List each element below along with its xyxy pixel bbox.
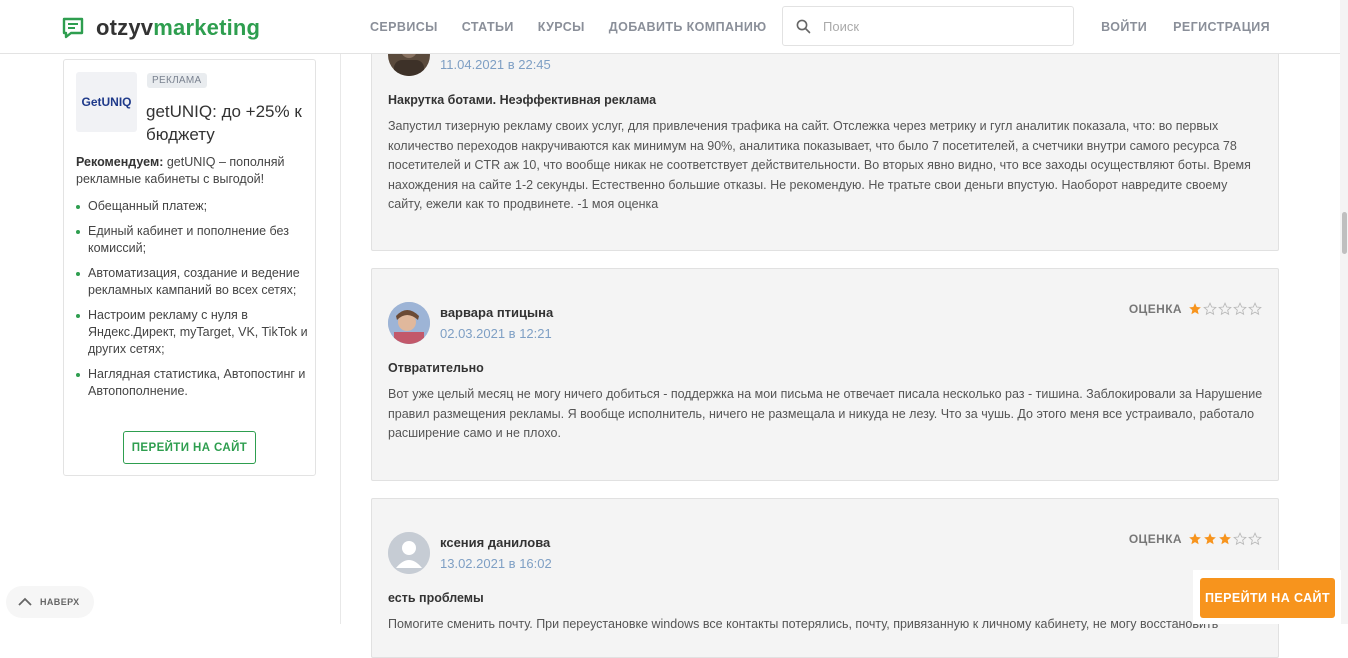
ad-feature-item: Настроим рекламу с нуля в Яндекс.Директ,… xyxy=(76,307,308,358)
back-to-top-label: НАВЕРХ xyxy=(40,597,80,607)
ad-feature-item: Автоматизация, создание и ведение реклам… xyxy=(76,265,308,299)
rating-label: ОЦЕНКА xyxy=(1128,302,1182,316)
register-link[interactable]: РЕГИСТРАЦИЯ xyxy=(1173,20,1270,34)
chat-logo-icon xyxy=(62,17,84,39)
ad-feature-list: Обещанный платеж; Единый кабинет и попол… xyxy=(76,198,308,408)
star-empty-icon xyxy=(1233,302,1247,316)
review-date: 02.03.2021 в 12:21 xyxy=(440,326,552,341)
star-empty-icon xyxy=(1233,532,1247,546)
star-empty-icon xyxy=(1203,302,1217,316)
nav-item-add-company[interactable]: ДОБАВИТЬ КОМПАНИЮ xyxy=(609,20,767,34)
star-filled-icon xyxy=(1219,533,1231,545)
rating-label: ОЦЕНКА xyxy=(1128,532,1182,546)
main-nav: СЕРВИСЫ СТАТЬИ КУРСЫ ДОБАВИТЬ КОМПАНИЮ xyxy=(370,20,767,34)
site-logo[interactable]: otzyvmarketing xyxy=(62,15,260,41)
review-card: ксения данилова 13.02.2021 в 16:02 ОЦЕНК… xyxy=(371,498,1279,658)
logo-text: otzyvmarketing xyxy=(96,15,261,40)
review-text: Помогите сменить почту. При переустановк… xyxy=(388,617,1219,631)
review-title: Накрутка ботами. Неэффективная реклама xyxy=(388,93,657,107)
star-empty-icon xyxy=(1248,302,1262,316)
search-box[interactable] xyxy=(782,6,1074,46)
nav-item-courses[interactable]: КУРСЫ xyxy=(538,20,585,34)
star-filled-icon xyxy=(1204,533,1216,545)
ad-logo: GetUNIQ xyxy=(76,72,137,132)
review-text: Вот уже целый месяц не могу ничего добит… xyxy=(388,387,1263,440)
avatar xyxy=(388,302,430,344)
login-link[interactable]: ВОЙТИ xyxy=(1101,20,1147,34)
review-text: Запустил тизерную рекламу своих услуг, д… xyxy=(388,119,1251,211)
star-empty-icon xyxy=(1218,302,1232,316)
review-rating: ОЦЕНКА xyxy=(1129,302,1262,316)
star-filled-icon xyxy=(1189,303,1201,315)
review-card: варвара птицына 02.03.2021 в 12:21 ОЦЕНК… xyxy=(371,268,1279,481)
ad-card: GetUNIQ РЕКЛАМА getUNIQ: до +25% к бюдже… xyxy=(63,59,316,476)
review-date: 13.02.2021 в 16:02 xyxy=(440,556,552,571)
ad-description: Рекомендуем: getUNIQ – пополняй рекламны… xyxy=(76,155,285,186)
avatar xyxy=(388,532,430,574)
reviewer-name: варвара птицына xyxy=(440,305,554,320)
nav-item-services[interactable]: СЕРВИСЫ xyxy=(370,20,438,34)
review-card: 11.04.2021 в 22:45 Накрутка ботами. Неэф… xyxy=(371,20,1279,251)
page-scrollbar[interactable] xyxy=(1340,0,1348,624)
back-to-top-button[interactable]: НАВЕРХ xyxy=(6,586,94,618)
search-input[interactable] xyxy=(823,18,1053,34)
ad-visit-site-button[interactable]: ПЕРЕЙТИ НА САЙТ xyxy=(123,431,256,464)
sidebar-divider xyxy=(340,54,341,624)
review-title: Отвратительно xyxy=(388,361,484,375)
reviewer-name: ксения данилова xyxy=(440,535,551,550)
star-filled-icon xyxy=(1189,533,1201,545)
ad-badge: РЕКЛАМА xyxy=(147,73,207,88)
nav-item-articles[interactable]: СТАТЬИ xyxy=(462,20,514,34)
ad-feature-item: Единый кабинет и пополнение без комиссий… xyxy=(76,223,308,257)
ad-title: getUNIQ: до +25% к бюджету xyxy=(146,102,302,144)
rating-stars xyxy=(1188,532,1262,546)
review-title: есть проблемы xyxy=(388,591,484,605)
star-empty-icon xyxy=(1248,532,1262,546)
site-header: otzyvmarketing СЕРВИСЫ СТАТЬИ КУРСЫ ДОБА… xyxy=(0,0,1340,54)
scrollbar-thumb[interactable] xyxy=(1342,212,1347,254)
review-rating: ОЦЕНКА xyxy=(1129,532,1262,546)
review-date: 11.04.2021 в 22:45 xyxy=(440,57,551,72)
search-icon xyxy=(796,19,811,33)
ad-feature-item: Наглядная статистика, Автопостинг и Авто… xyxy=(76,366,308,400)
visit-site-button[interactable]: ПЕРЕЙТИ НА САЙТ xyxy=(1200,578,1335,618)
auth-links: ВОЙТИ РЕГИСТРАЦИЯ xyxy=(1101,20,1270,34)
ad-feature-item: Обещанный платеж; xyxy=(76,198,308,215)
rating-stars xyxy=(1188,302,1262,316)
chevron-up-icon xyxy=(18,597,32,606)
